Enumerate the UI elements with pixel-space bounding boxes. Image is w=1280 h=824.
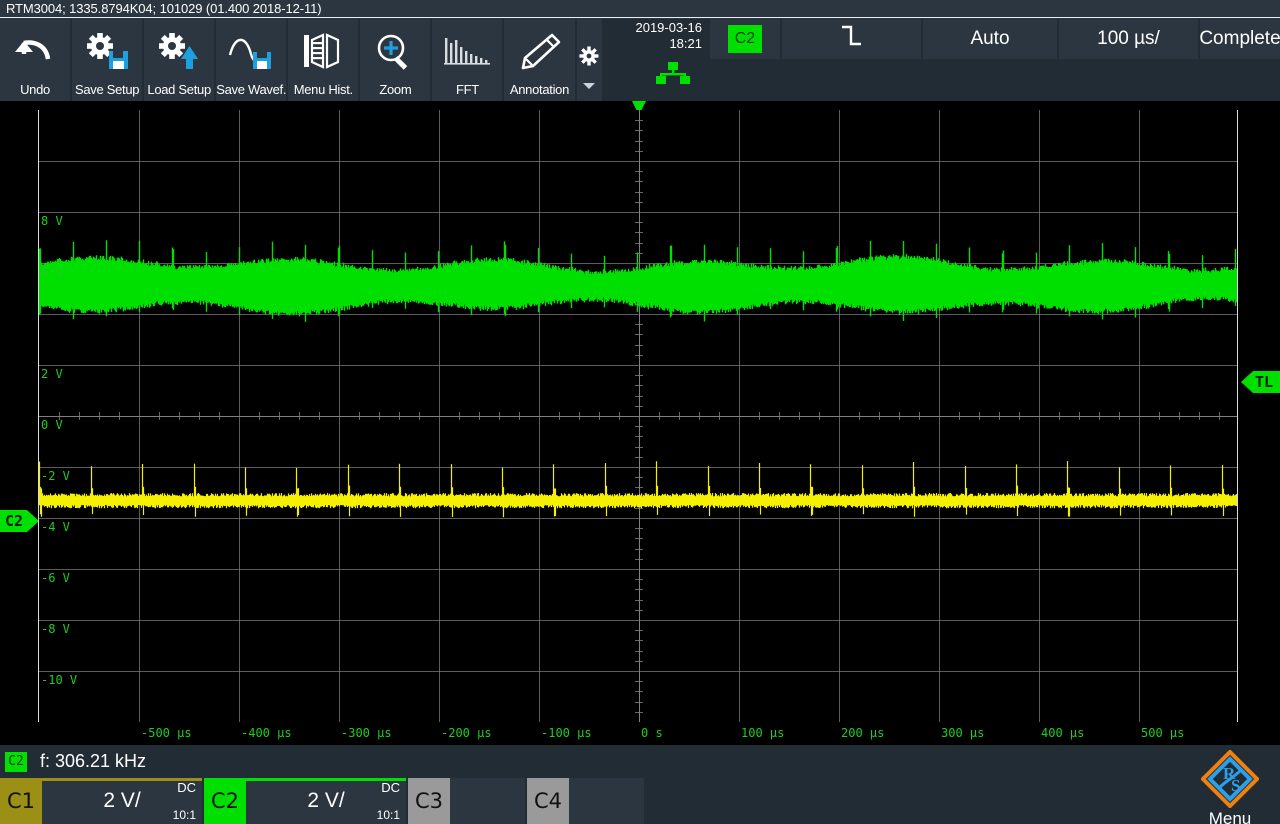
lan-network-icon — [655, 62, 690, 88]
channel-attenuation-c1: 10:1 — [172, 808, 196, 822]
time-label: 200 µs — [841, 726, 885, 740]
waveform-display[interactable]: C2 C1 TL 8 V6 V2 V0 V-2 V-4 V-6 V-8 V-10… — [0, 101, 1280, 824]
load-setup-label: Load Setup — [147, 82, 211, 97]
time-label: 100 µs — [741, 726, 785, 740]
menu-history-button[interactable]: Menu Hist. — [288, 19, 359, 101]
channel-info-c2[interactable]: 2 V/DC 10:1 — [246, 778, 406, 824]
zoom-label: Zoom — [379, 82, 412, 97]
channel-tag-c4: C4 — [527, 778, 569, 824]
timebase-cell[interactable]: 100 µs/ — [1058, 19, 1198, 59]
wave-floppy-icon — [216, 19, 286, 82]
window-title: RTM3004; 1335.8794K04; 101029 (01.400 20… — [0, 0, 1280, 18]
chevron-down-icon — [583, 82, 596, 89]
time-label: -500 µs — [141, 726, 192, 740]
load-setup-button[interactable]: Load Setup — [144, 19, 215, 101]
time-label: -300 µs — [341, 726, 392, 740]
time-label: 0 s — [641, 726, 663, 740]
time-label: -100 µs — [541, 726, 592, 740]
time-text: 18:21 — [669, 36, 702, 51]
settings-grid: C2 Auto 100 µs/ Complete 2019-03-16 18:2… — [603, 19, 1280, 127]
grid-and-traces — [39, 110, 1237, 722]
trigger-slope-cell[interactable] — [781, 19, 921, 59]
menu-button[interactable]: R S Menu — [1180, 745, 1280, 824]
channel-coupling-c2: DC — [381, 780, 400, 795]
toolbar-settings-button[interactable] — [576, 19, 602, 101]
channel-marker-c2[interactable]: C2 — [0, 510, 40, 532]
acquisition-status-cell[interactable]: Complete — [1199, 19, 1280, 59]
channel-info-c3[interactable] — [450, 778, 525, 824]
save-setup-button[interactable]: Save Setup — [72, 19, 143, 101]
channel-button-c3[interactable]: C3 — [408, 778, 525, 824]
magnifier-plus-icon — [360, 19, 430, 82]
menu-history-label: Menu Hist. — [293, 82, 353, 97]
channel-coupling-c1: DC — [177, 780, 196, 795]
channel-attenuation-c2: 10:1 — [376, 808, 400, 822]
trigger-source-cell[interactable]: C2 — [709, 19, 780, 59]
menu-history-icon — [288, 19, 358, 82]
channel-tag-c1: C1 — [0, 778, 42, 824]
channel-bar: C1 2 V/DC 10:1 C2 2 V/DC 10:1 C3 C4 — [0, 778, 1280, 824]
date-text: 2019-03-16 — [635, 20, 702, 35]
time-label: 500 µs — [1141, 726, 1185, 740]
channel-button-c1[interactable]: C1 2 V/DC 10:1 — [0, 778, 202, 824]
menu-label: Menu — [1208, 809, 1252, 824]
channel-button-c2[interactable]: C2 2 V/DC 10:1 — [204, 778, 406, 824]
trigger-level-marker[interactable]: TL — [1240, 371, 1280, 393]
trigger-level-marker-label: TL — [1252, 371, 1280, 393]
pencil-icon — [504, 19, 574, 82]
trigger-source-chip: C2 — [727, 25, 762, 53]
undo-button[interactable]: Undo — [0, 19, 71, 101]
gear-floppy-icon — [72, 19, 142, 82]
gear-icon — [579, 46, 599, 71]
channel-tag-c3: C3 — [408, 778, 450, 824]
fft-button[interactable]: FFT — [432, 19, 503, 101]
channel-tag-c2: C2 — [204, 778, 246, 824]
time-label: 400 µs — [1041, 726, 1085, 740]
save-setup-label: Save Setup — [74, 82, 140, 97]
falling-edge-icon — [837, 23, 865, 55]
annotation-button[interactable]: Annotation — [504, 19, 575, 101]
time-label: 300 µs — [941, 726, 985, 740]
save-waveform-button[interactable]: Save Wavef. — [216, 19, 286, 101]
channel-button-c4[interactable]: C4 — [527, 778, 644, 824]
save-waveform-label: Save Wavef. — [216, 82, 287, 97]
time-label: -200 µs — [441, 726, 492, 740]
time-label: -400 µs — [241, 726, 292, 740]
channel-marker-c2-label: C2 — [0, 510, 28, 532]
fft-spectrum-icon — [432, 19, 502, 82]
channel-info-c1[interactable]: 2 V/DC 10:1 — [42, 778, 202, 824]
main-toolbar: Undo Save Setup Load Setup Save Wavef. M… — [0, 19, 1280, 127]
gear-upload-icon — [144, 19, 214, 82]
date-time-display: 2019-03-16 18:21 — [603, 19, 708, 103]
measurement-bar[interactable]: C2 f: 306.21 kHz — [0, 745, 1280, 778]
measurement-source-chip: C2 — [5, 751, 27, 772]
undo-arrow-icon — [0, 19, 70, 82]
annotation-label: Annotation — [509, 82, 570, 97]
trigger-mode-cell[interactable]: Auto — [922, 19, 1057, 59]
oscilloscope-screen: RTM3004; 1335.8794K04; 101029 (01.400 20… — [0, 0, 1280, 824]
channel-info-c4[interactable] — [569, 778, 644, 824]
zoom-button[interactable]: Zoom — [360, 19, 431, 101]
fft-label: FFT — [455, 82, 479, 97]
measurement-value: f: 306.21 kHz — [40, 751, 147, 771]
rohde-schwarz-logo: R S — [1200, 749, 1260, 813]
undo-label: Undo — [20, 82, 50, 97]
plot-area[interactable] — [38, 110, 1238, 722]
